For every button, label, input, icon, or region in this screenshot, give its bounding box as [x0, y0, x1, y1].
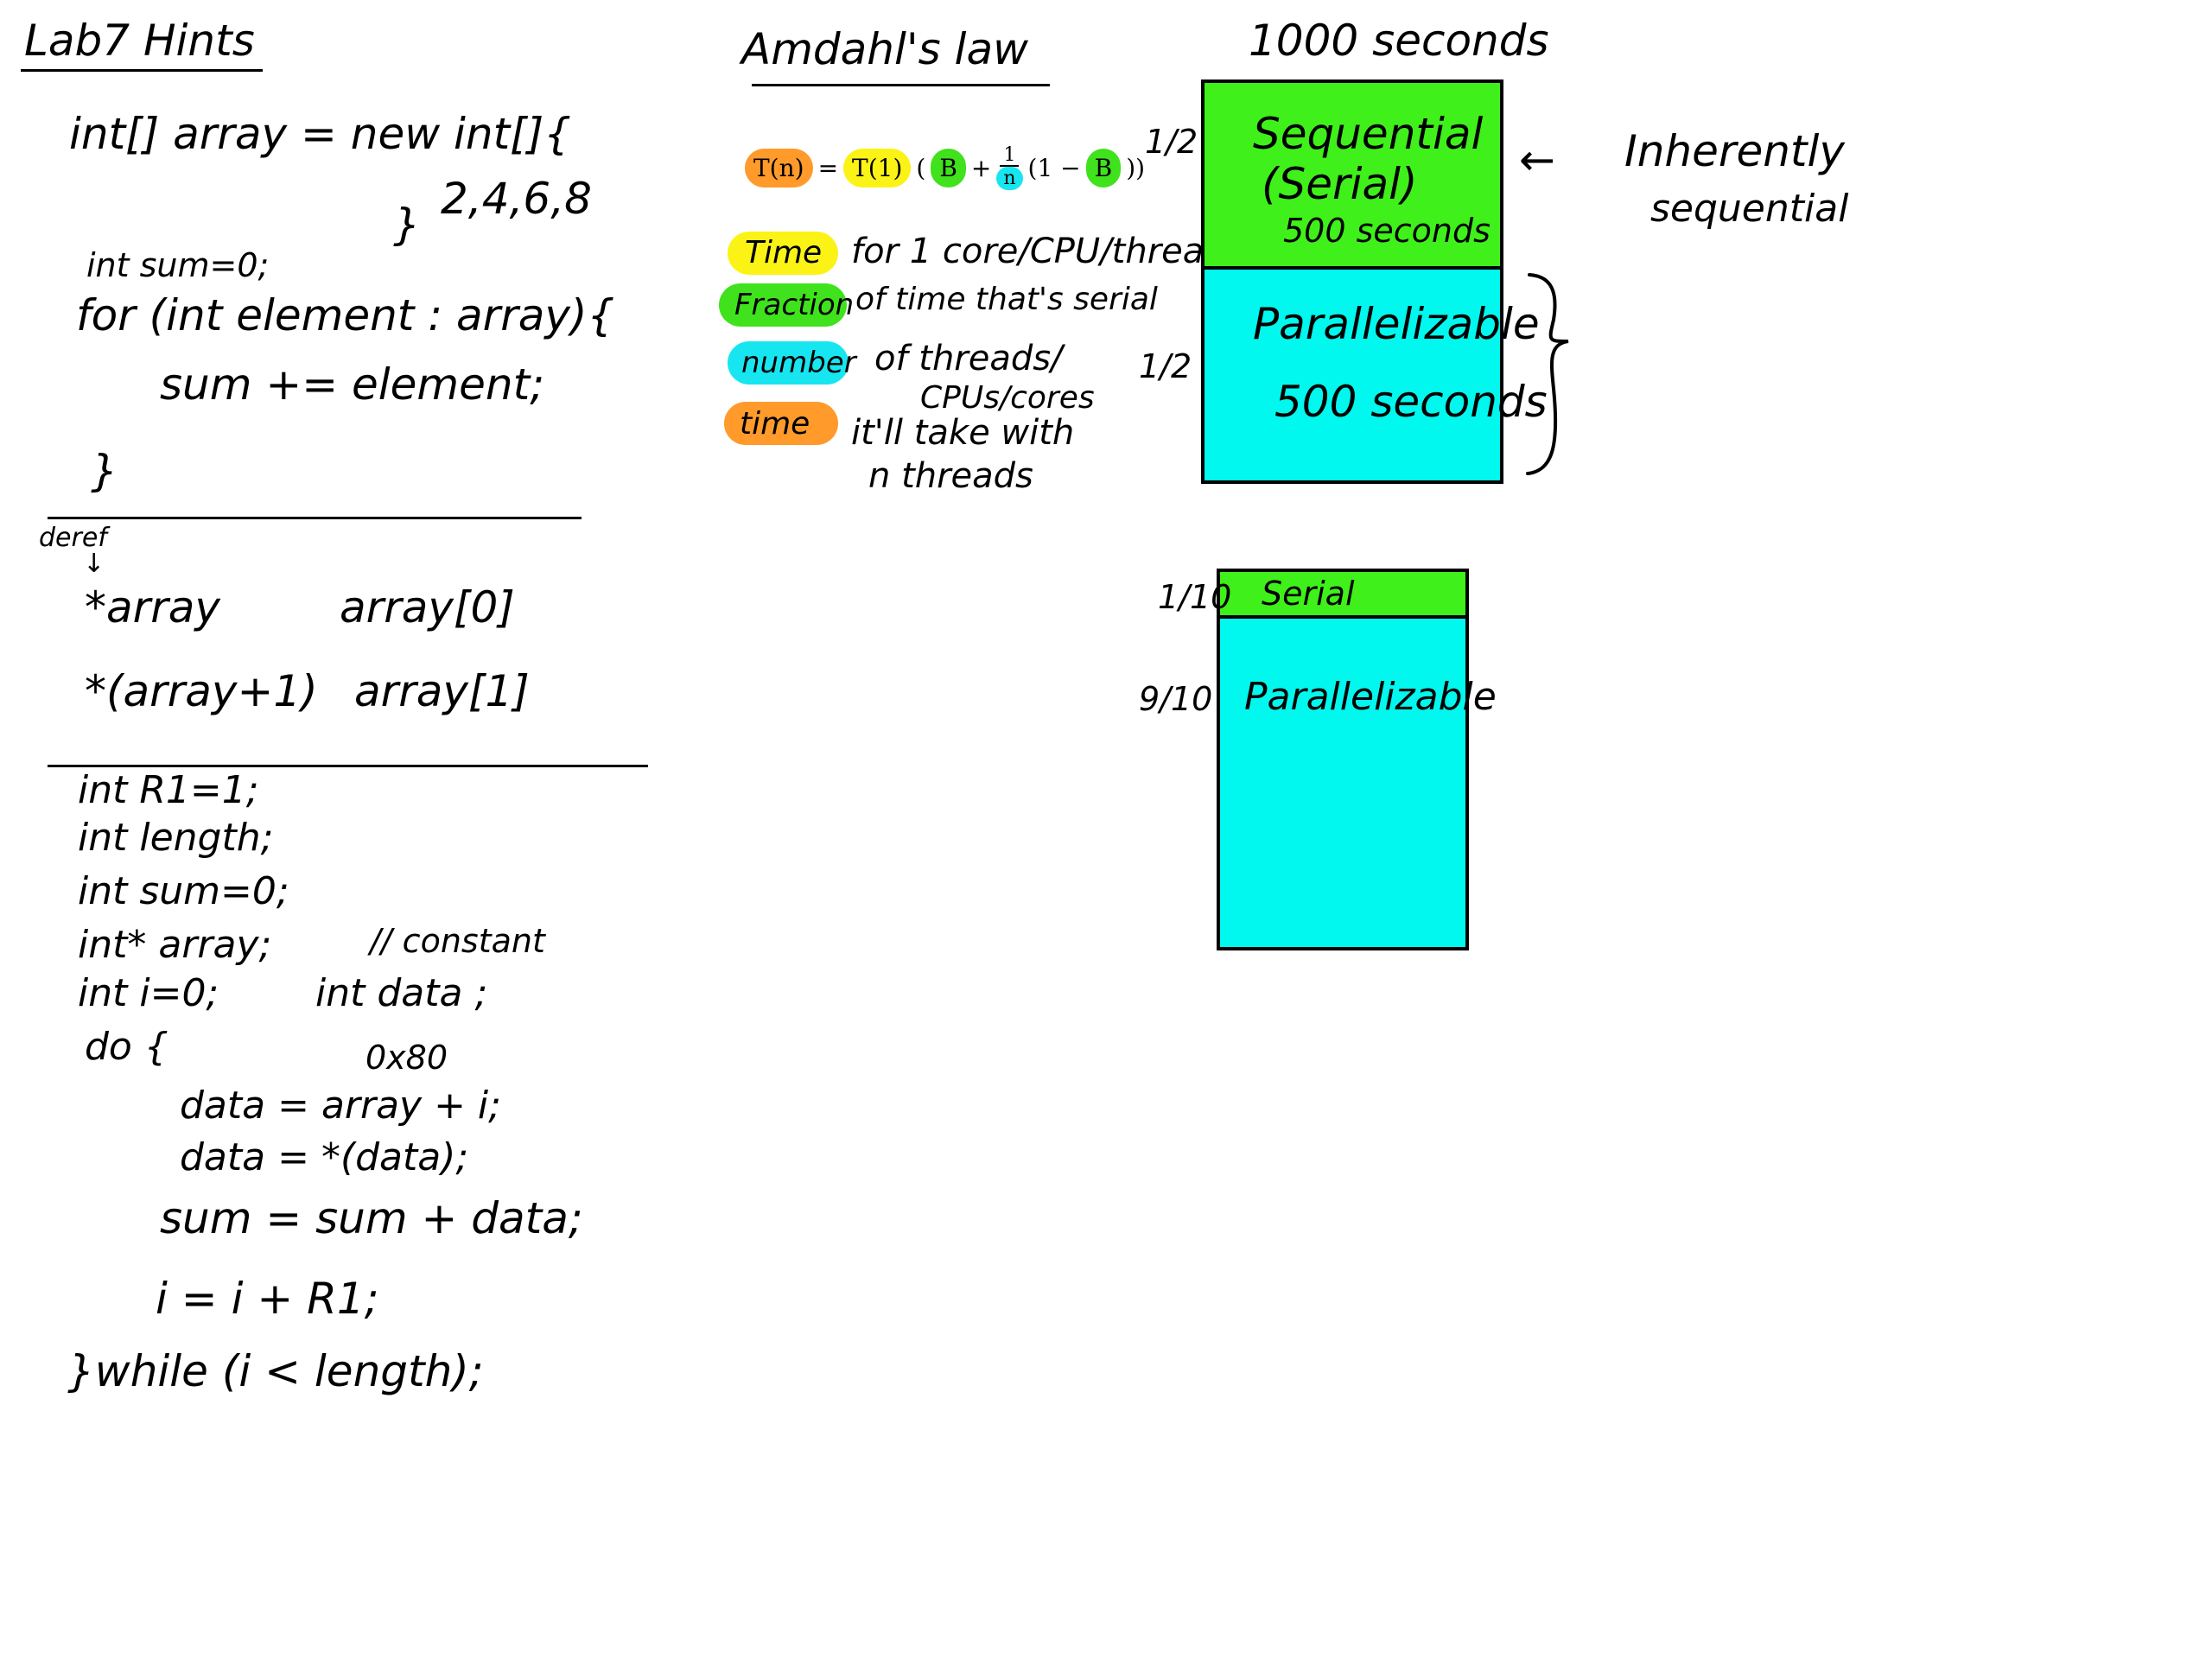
parallel-brace-drawing: [1526, 273, 1569, 475]
curly-brace: [1526, 273, 1569, 475]
